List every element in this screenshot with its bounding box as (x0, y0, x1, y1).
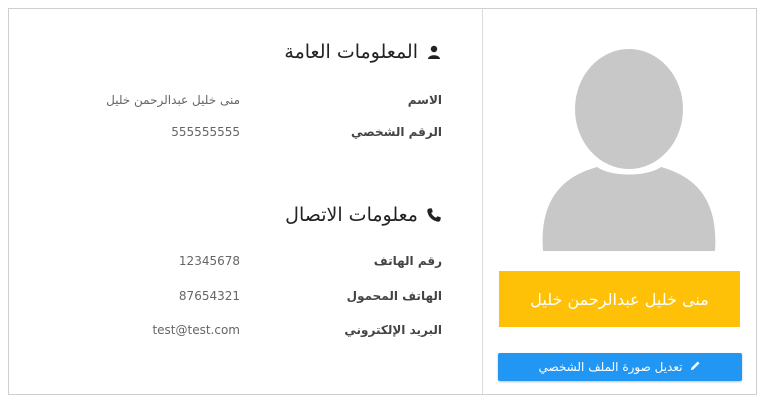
avatar-panel: منى خليل عبدالرحمن خليل تعديل صورة الملف… (482, 9, 756, 394)
profile-card: المعلومات العامة الاسم منى خليل عبدالرحم… (8, 8, 757, 395)
mobile-label: الهاتف المحمول (346, 289, 442, 303)
pencil-icon (690, 360, 701, 374)
name-label: الاسم (407, 93, 442, 107)
general-info-title-text: المعلومات العامة (284, 41, 418, 63)
phone-value: 12345678 (178, 254, 240, 268)
mobile-value: 87654321 (178, 289, 240, 303)
phone-label: رقم الهاتف (373, 254, 442, 268)
contact-info-title-text: معلومات الاتصال (285, 204, 418, 226)
contact-info-title: معلومات الاتصال (285, 204, 442, 226)
name-value: منى خليل عبدالرحمن خليل (106, 93, 240, 107)
info-panel: المعلومات العامة الاسم منى خليل عبدالرحم… (9, 9, 482, 394)
phone-icon (426, 207, 442, 223)
edit-profile-photo-button[interactable]: تعديل صورة الملف الشخصي (498, 353, 742, 381)
avatar (539, 43, 719, 251)
profile-name-banner: منى خليل عبدالرحمن خليل (499, 271, 740, 327)
edit-profile-photo-label: تعديل صورة الملف الشخصي (538, 360, 683, 374)
user-icon (426, 44, 442, 60)
email-label: البريد الإلكتروني (344, 323, 442, 337)
general-info-title: المعلومات العامة (284, 41, 442, 63)
personal-id-label: الرقم الشخصي (351, 125, 442, 139)
personal-id-value: 555555555 (171, 125, 240, 139)
email-value: test@test.com (152, 323, 240, 337)
